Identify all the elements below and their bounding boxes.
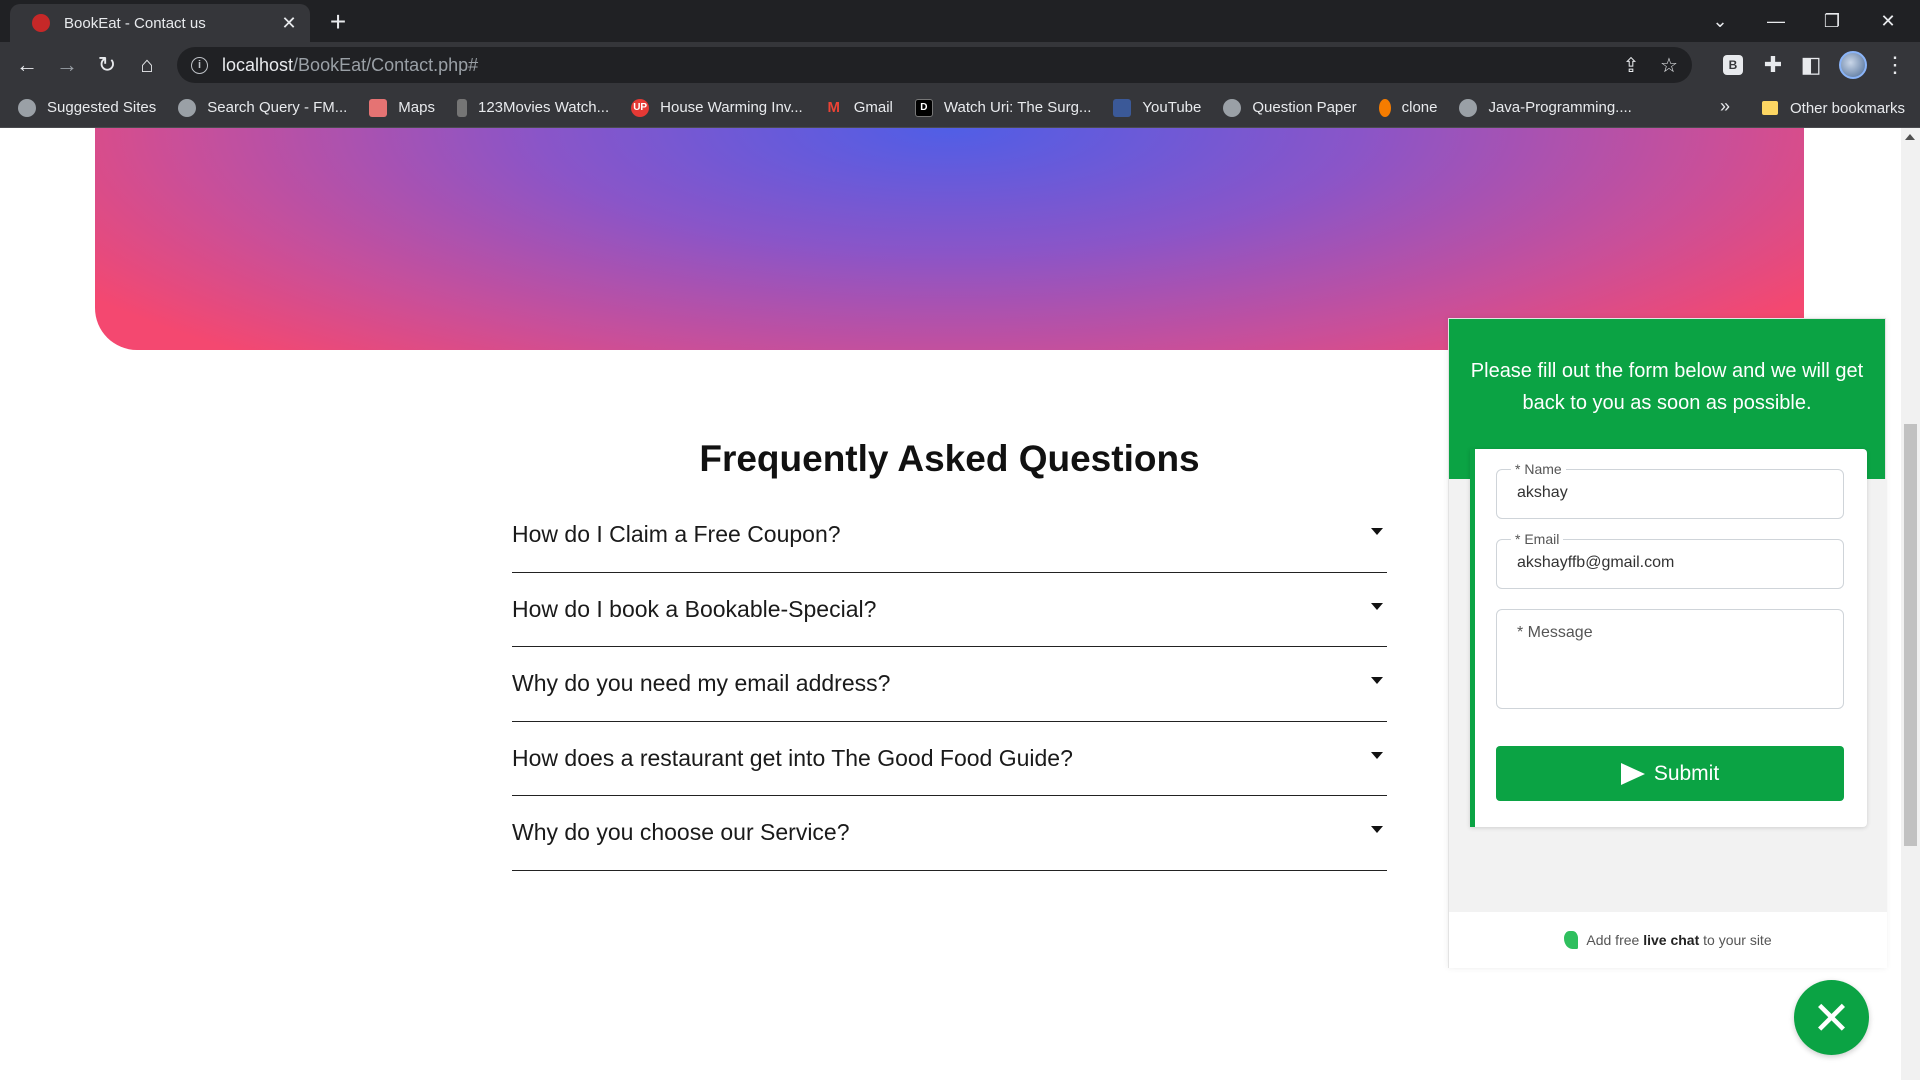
globe-icon [1459,98,1478,117]
email-field[interactable]: * Email akshayffb@gmail.com [1496,531,1844,589]
tab-title: BookEat - Contact us [64,14,206,32]
gmail-icon: M [827,99,840,116]
bookmark-java-programming[interactable]: Java-Programming.... [1459,98,1632,117]
scroll-up-arrow-icon[interactable] [1905,134,1915,140]
profile-avatar[interactable] [1838,50,1868,80]
faq-item-choose-service[interactable]: Why do you choose our Service? [512,796,1387,871]
faq-item-email-address[interactable]: Why do you need my email address? [512,647,1387,722]
livechat-logo-icon [1564,931,1579,949]
bookmarks-bar: Suggested Sites Search Query - FM... Map… [0,88,1920,128]
submit-label: Submit [1653,761,1720,785]
bookmark-123movies[interactable]: 123Movies Watch... [456,98,609,117]
faq-question: Why do you need my email address? [512,670,891,697]
reload-button[interactable]: ↻ [92,50,122,80]
back-button[interactable]: ← [12,50,42,80]
bookmark-youtube[interactable]: YouTube [1113,98,1201,117]
clone-icon [1378,98,1391,117]
extensions-puzzle-icon[interactable]: ✚ [1758,50,1788,80]
message-field[interactable]: * Message [1496,609,1844,709]
bookmark-maps[interactable]: Maps [369,98,435,117]
tab-close-icon[interactable]: ✕ [278,13,300,34]
youtube-icon [1113,98,1132,117]
menu-kebab-icon[interactable]: ⋮ [1880,50,1910,80]
faq-question: Why do you choose our Service? [512,819,850,846]
faq-title: Frequently Asked Questions [699,438,1200,479]
footer-prefix: Add free [1586,932,1644,948]
new-tab-button[interactable]: + [322,6,354,38]
faq-question: How do I Claim a Free Coupon? [512,521,841,548]
maps-icon [369,98,388,117]
page-scrollbar[interactable] [1901,128,1920,1080]
faq-question: How does a restaurant get into The Good … [512,744,1073,771]
site-favicon-icon [32,14,50,32]
extension-b-icon[interactable]: B [1718,50,1748,80]
email-value: akshayffb@gmail.com [1517,554,1675,571]
footer-bold: live chat [1643,932,1700,948]
globe-icon [18,98,36,117]
name-field[interactable]: * Name akshay [1496,461,1844,519]
bookmark-clone[interactable]: clone [1378,98,1437,117]
bookmark-question-paper[interactable]: Question Paper [1223,98,1357,117]
browser-tab[interactable]: BookEat - Contact us ✕ [10,4,310,42]
bookmarks-overflow-button[interactable]: » [1720,96,1730,117]
contact-chat-widget: Please fill out the form below and we wi… [1448,318,1887,968]
browser-toolbar: ← → ↻ ⌂ i localhost/BookEat/Contact.php#… [0,42,1920,88]
bookmark-gmail[interactable]: M Gmail [825,99,892,117]
globe-icon [1223,98,1242,117]
home-button[interactable]: ⌂ [132,50,162,80]
side-panel-icon[interactable]: ◧ [1796,50,1826,80]
footer-suffix: to your site [1699,932,1772,948]
globe-icon [178,98,197,117]
tab-search-icon[interactable]: ⌄ [1692,0,1748,42]
share-icon[interactable]: ⇪ [1616,50,1646,80]
up-icon: UP [631,98,650,117]
avatar [1839,51,1867,79]
submit-button[interactable]: Submit [1496,746,1844,801]
name-label: * Name [1511,461,1566,477]
address-bar[interactable]: i localhost/BookEat/Contact.php# ⇪ ☆ [177,47,1692,83]
faq-list: How do I Claim a Free Coupon? How do I b… [512,498,1387,871]
url-text[interactable]: localhost/BookEat/Contact.php# [222,55,1616,76]
caret-down-icon [1371,677,1383,685]
bookmark-house-warming[interactable]: UP House Warming Inv... [631,98,803,117]
faq-item-bookable-special[interactable]: How do I book a Bookable-Special? [512,573,1387,647]
url-host: localhost [222,54,294,75]
name-value: akshay [1517,484,1568,501]
bookmark-watch-uri[interactable]: D Watch Uri: The Surg... [914,98,1091,117]
tab-strip: BookEat - Contact us ✕ + ⌄ — ❐ ✕ [0,0,1920,42]
minimize-button[interactable]: — [1748,0,1804,42]
d-icon: D [914,98,933,117]
caret-down-icon [1371,528,1383,536]
restore-button[interactable]: ❐ [1804,0,1860,42]
other-bookmarks[interactable]: Other bookmarks [1762,88,1905,128]
chat-body: * Name akshay * Email akshayffb@gmail.co… [1449,449,1887,912]
folder-icon [1762,101,1778,115]
url-path: /BookEat/Contact.php# [293,54,479,75]
faq-question: How do I book a Bookable-Special? [512,595,877,622]
scrollbar-thumb[interactable] [1904,424,1917,846]
forward-button[interactable]: → [52,50,82,80]
close-chat-button[interactable]: ✕ [1794,980,1869,1055]
faq-item-claim-coupon[interactable]: How do I Claim a Free Coupon? [512,498,1387,573]
contact-form: * Name akshay * Email akshayffb@gmail.co… [1470,449,1867,827]
message-placeholder: * Message [1517,624,1593,641]
faq-item-good-food-guide[interactable]: How does a restaurant get into The Good … [512,722,1387,796]
caret-down-icon [1371,826,1383,834]
hero-banner [95,128,1804,350]
window-close-button[interactable]: ✕ [1860,0,1916,42]
caret-down-icon [1371,602,1383,610]
chat-footer-link[interactable]: Add free live chat to your site [1449,912,1887,968]
caret-down-icon [1371,751,1383,759]
send-icon [1620,762,1645,785]
movies-icon [456,98,467,117]
site-info-icon[interactable]: i [191,56,208,74]
bookmark-star-icon[interactable]: ☆ [1654,50,1684,80]
bookmark-suggested-sites[interactable]: Suggested Sites [18,98,156,117]
email-label: * Email [1511,531,1564,547]
page-viewport: Frequently Asked Questions How do I Clai… [0,128,1901,1080]
bookmark-search-query[interactable]: Search Query - FM... [178,98,347,117]
